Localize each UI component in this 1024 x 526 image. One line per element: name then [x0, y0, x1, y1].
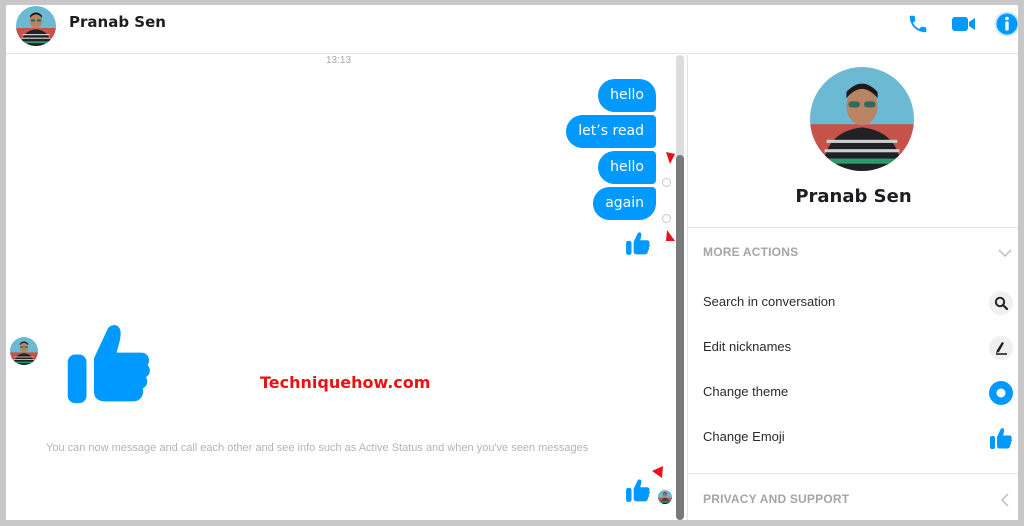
large-like-icon — [64, 317, 154, 407]
search-icon — [989, 291, 1013, 315]
chevron-down-icon[interactable] — [998, 246, 1012, 260]
action-label: Change Emoji — [703, 429, 785, 444]
profile-name: Pranab Sen — [795, 186, 912, 207]
connection-info-text: You can now message and call each other … — [46, 442, 589, 454]
sent-message-bubble[interactable]: hello — [598, 151, 656, 184]
delivered-check-icon — [662, 214, 671, 223]
chevron-left-icon[interactable] — [998, 493, 1012, 507]
info-icon[interactable] — [994, 11, 1018, 37]
divider — [688, 227, 1018, 228]
action-label: Change theme — [703, 384, 789, 399]
sent-message-bubble[interactable]: again — [593, 187, 656, 220]
annotation-arrow-icon — [666, 230, 675, 241]
change-emoji-action[interactable]: Change Emoji — [703, 426, 1013, 450]
delivered-check-icon — [662, 178, 671, 187]
edit-nicknames-action[interactable]: Edit nicknames — [703, 336, 1013, 360]
more-actions-header[interactable]: MORE ACTIONS — [703, 245, 798, 259]
action-label: Search in conversation — [703, 294, 836, 309]
change-theme-action[interactable]: Change theme — [703, 381, 1013, 405]
sent-like-icon — [625, 477, 651, 503]
privacy-and-support-header[interactable]: PRIVACY AND SUPPORT — [703, 492, 849, 506]
phone-icon[interactable] — [905, 11, 931, 37]
message-thread: 13:13 hello let’s read hello again Techn… — [6, 55, 686, 520]
thumbs-up-icon — [989, 426, 1013, 450]
action-label: Edit nicknames — [703, 339, 792, 354]
annotation-arrow-icon — [652, 466, 663, 478]
contact-avatar-small[interactable] — [10, 337, 38, 365]
message-timestamp: 13:13 — [326, 55, 352, 66]
divider — [688, 473, 1018, 474]
contact-name[interactable]: Pranab Sen — [69, 13, 166, 31]
watermark: Techniquehow.com — [260, 373, 431, 392]
contact-avatar[interactable] — [16, 6, 56, 46]
chat-scrollbar-thumb[interactable] — [676, 155, 684, 520]
search-in-conversation-action[interactable]: Search in conversation — [703, 291, 1013, 315]
profile-avatar[interactable] — [810, 67, 914, 171]
seen-by-avatar — [658, 490, 672, 504]
sent-like-icon — [625, 230, 651, 256]
sent-message-bubble[interactable]: hello — [598, 79, 656, 112]
messenger-window: Pranab Sen 13:13 hello let’s read hello … — [6, 5, 1018, 520]
sent-message-bubble[interactable]: let’s read — [566, 115, 656, 148]
conversation-info-panel: Pranab Sen MORE ACTIONS Search in conver… — [687, 55, 1018, 520]
annotation-arrow-icon — [666, 152, 675, 164]
conversation-header: Pranab Sen — [6, 5, 1018, 54]
theme-circle-icon — [989, 381, 1013, 405]
pencil-icon — [989, 336, 1013, 360]
video-camera-icon[interactable] — [951, 11, 977, 37]
